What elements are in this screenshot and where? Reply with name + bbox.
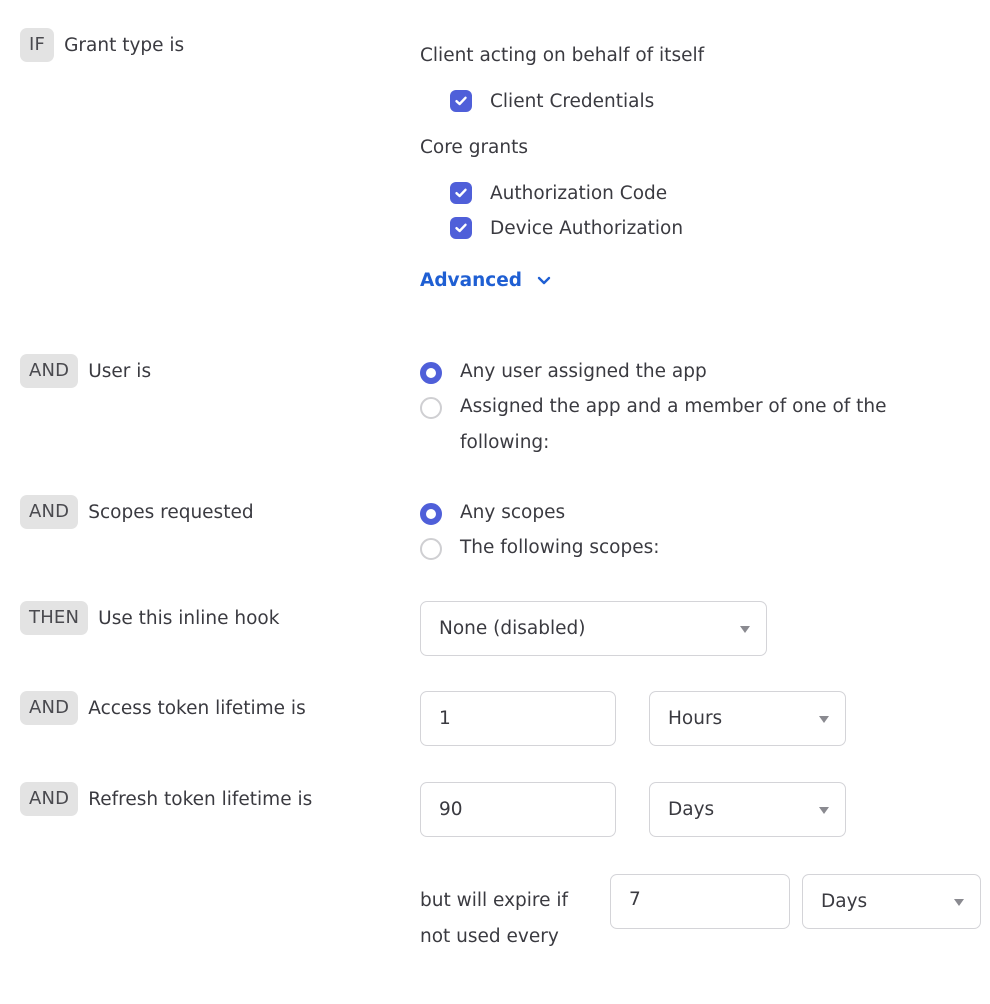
radio-any-scopes[interactable]: Any scopes xyxy=(420,502,920,531)
caret-down-icon xyxy=(819,806,829,814)
group-title-core: Core grants xyxy=(420,137,529,158)
refresh-token-value: 90 xyxy=(439,799,463,820)
radio-following-scopes[interactable]: The following scopes: xyxy=(420,537,920,566)
following-scopes-label: The following scopes: xyxy=(460,537,660,558)
access-token-unit: Hours xyxy=(668,708,723,729)
rule-refresh-token: AND Refresh token lifetime is xyxy=(20,782,312,816)
grant-type-label: Grant type is xyxy=(64,34,185,56)
and-badge: AND xyxy=(20,495,79,529)
refresh-token-label: Refresh token lifetime is xyxy=(88,788,313,810)
rule-inline-hook: THEN Use this inline hook xyxy=(20,601,279,635)
checkbox-checked-icon[interactable] xyxy=(450,182,472,204)
access-token-label: Access token lifetime is xyxy=(88,697,306,719)
then-badge: THEN xyxy=(20,601,89,635)
rule-scopes: AND Scopes requested xyxy=(20,495,254,529)
advanced-toggle[interactable]: Advanced xyxy=(420,270,552,291)
inline-hook-value: None (disabled) xyxy=(439,618,586,639)
if-badge: IF xyxy=(20,28,55,62)
chevron-down-icon xyxy=(537,276,551,284)
rule-user: AND User is xyxy=(20,354,151,388)
rule-grant-type: IF Grant type is xyxy=(20,28,184,62)
device-authorization-label: Device Authorization xyxy=(490,217,684,239)
checkbox-client-credentials[interactable]: Client Credentials xyxy=(450,90,654,112)
authorization-code-label: Authorization Code xyxy=(490,182,668,204)
refresh-token-lifetime-input[interactable]: 90 xyxy=(420,782,616,837)
client-credentials-label: Client Credentials xyxy=(490,90,655,112)
access-token-lifetime-input[interactable]: 1 xyxy=(420,691,616,746)
caret-down-icon xyxy=(819,715,829,723)
radio-selected-icon[interactable] xyxy=(420,503,442,525)
scopes-label: Scopes requested xyxy=(88,501,254,523)
access-token-value: 1 xyxy=(439,708,451,729)
caret-down-icon xyxy=(954,898,964,906)
access-token-unit-select[interactable]: Hours xyxy=(649,691,846,746)
radio-member-of[interactable]: Assigned the app and a member of one of … xyxy=(420,396,920,461)
and-badge: AND xyxy=(20,691,79,725)
refresh-expire-unit-select[interactable]: Days xyxy=(802,874,981,929)
member-of-label: Assigned the app and a member of one of … xyxy=(460,396,887,453)
caret-down-icon xyxy=(740,625,750,633)
checkbox-checked-icon[interactable] xyxy=(450,90,472,112)
expire-description: but will expire if not used every xyxy=(420,890,569,947)
inline-hook-label: Use this inline hook xyxy=(98,607,280,629)
refresh-expire-unit: Days xyxy=(821,891,868,912)
radio-unselected-icon[interactable] xyxy=(420,397,442,419)
refresh-expire-input[interactable]: 7 xyxy=(610,874,790,929)
refresh-token-unit-select[interactable]: Days xyxy=(649,782,846,837)
checkbox-device-authorization[interactable]: Device Authorization xyxy=(450,217,683,239)
refresh-token-unit: Days xyxy=(668,799,715,820)
and-badge: AND xyxy=(20,354,79,388)
rule-access-token: AND Access token lifetime is xyxy=(20,691,306,725)
inline-hook-select[interactable]: None (disabled) xyxy=(420,601,767,656)
any-scopes-label: Any scopes xyxy=(460,502,566,523)
group-title-self: Client acting on behalf of itself xyxy=(420,45,705,66)
advanced-label[interactable]: Advanced xyxy=(420,270,522,291)
user-label: User is xyxy=(88,360,152,382)
any-user-label: Any user assigned the app xyxy=(460,361,707,382)
radio-selected-icon[interactable] xyxy=(420,362,442,384)
checkbox-checked-icon[interactable] xyxy=(450,217,472,239)
refresh-expire-value: 7 xyxy=(629,889,641,910)
radio-any-user[interactable]: Any user assigned the app xyxy=(420,361,920,390)
checkbox-authorization-code[interactable]: Authorization Code xyxy=(450,182,667,204)
radio-unselected-icon[interactable] xyxy=(420,538,442,560)
and-badge: AND xyxy=(20,782,79,816)
